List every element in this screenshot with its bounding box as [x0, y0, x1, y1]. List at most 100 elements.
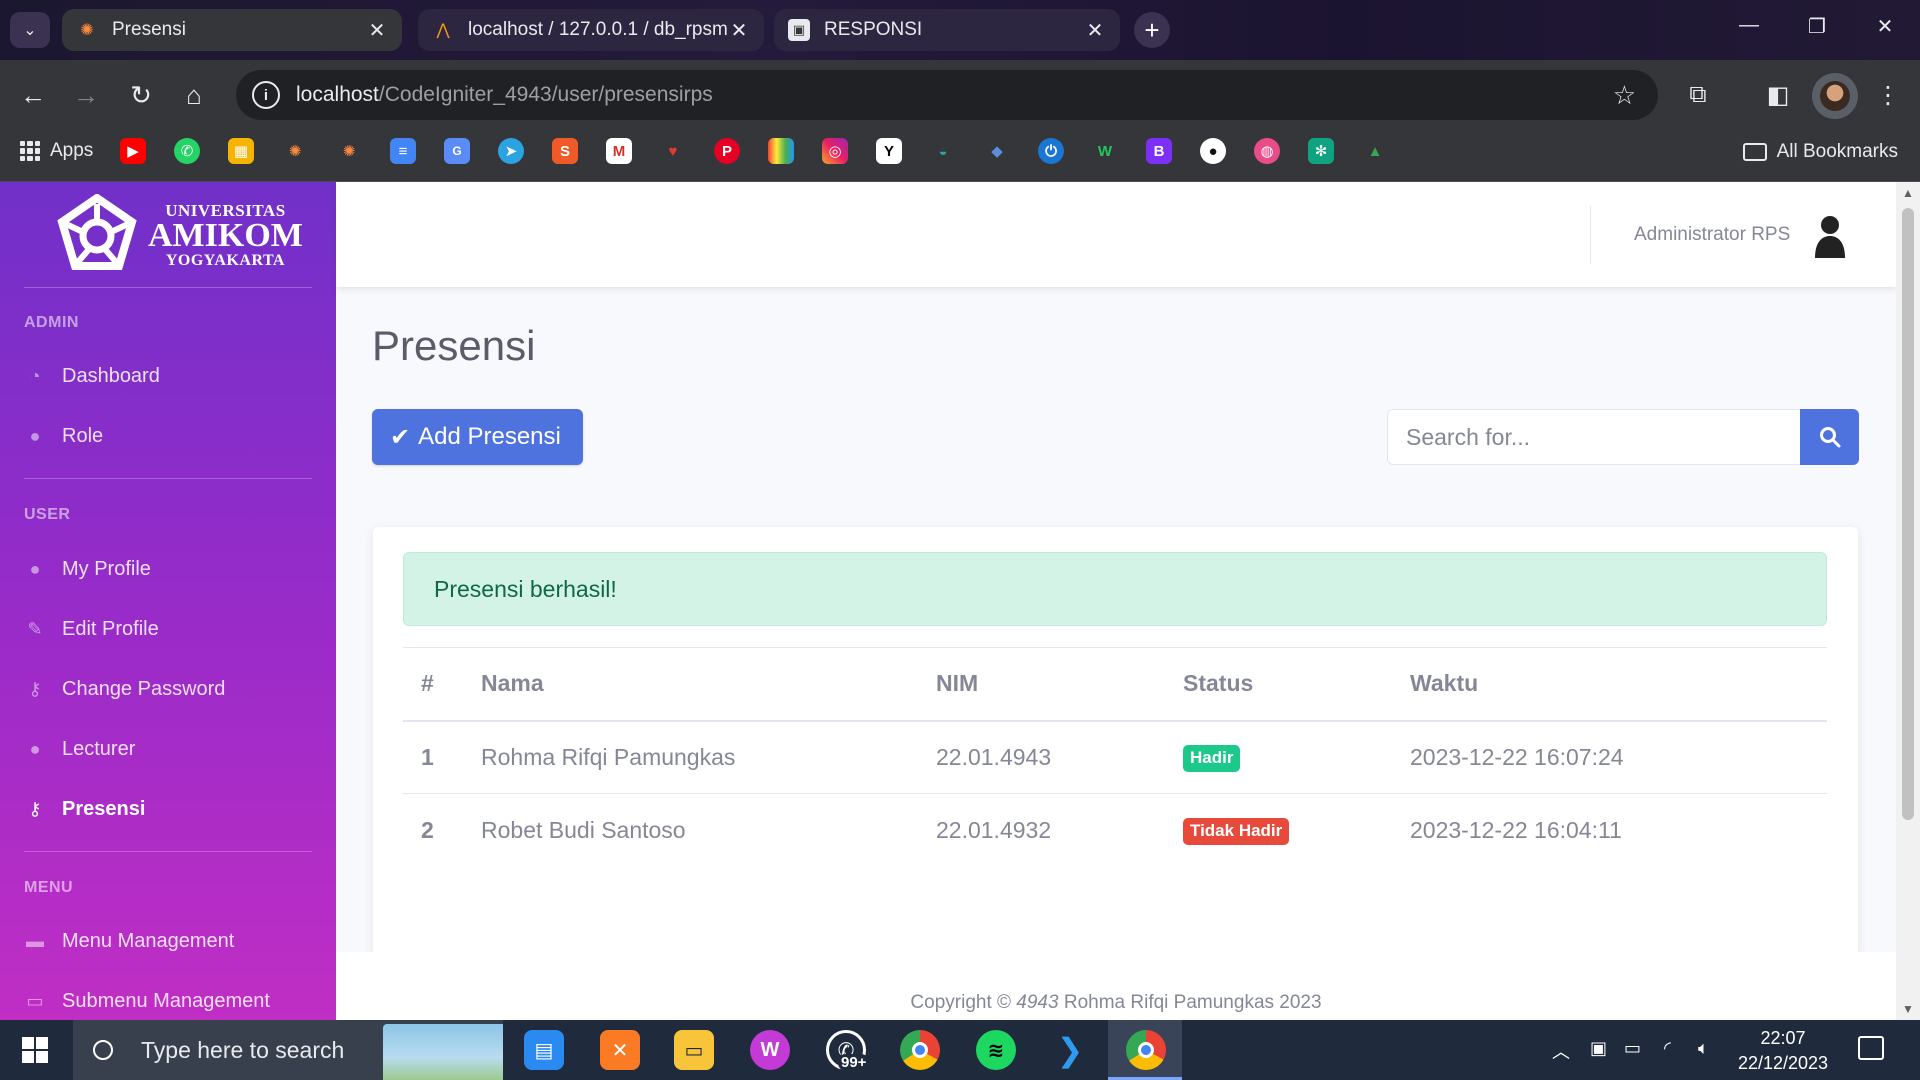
extensions-icon[interactable]: ⧉	[1680, 77, 1716, 113]
search-input[interactable]	[1387, 409, 1800, 465]
volume-icon[interactable]: 🔈︎	[1698, 1038, 1709, 1059]
tab-responsi[interactable]: ▣ RESPONSI ✕	[774, 9, 1120, 51]
minimize-icon[interactable]: —	[1734, 14, 1764, 37]
microsoft-store-icon[interactable]: ▤	[524, 1030, 564, 1070]
add-presensi-label: Add Presensi	[418, 423, 561, 450]
sidebar-item-my-profile[interactable]: ● My Profile	[24, 558, 151, 581]
chrome-icon[interactable]	[900, 1030, 940, 1070]
user-avatar-icon[interactable]	[1812, 214, 1848, 258]
forward-icon[interactable]: →	[68, 77, 104, 113]
all-bookmarks[interactable]: All Bookmarks	[1742, 141, 1898, 163]
home-icon[interactable]: ⌂	[176, 77, 212, 113]
scroll-up-icon[interactable]: ▲	[1896, 186, 1920, 200]
footer-suffix: Rohma Rifqi Pamungkas 2023	[1058, 992, 1322, 1013]
tab-search-button[interactable]: ⌄	[10, 12, 50, 48]
row-nama: Robet Budi Santoso	[481, 816, 686, 843]
table-row: 2 Robet Budi Santoso 22.01.4932 Tidak Ha…	[403, 794, 1827, 867]
side-panel-icon[interactable]: ◧	[1760, 77, 1796, 113]
sidebar-item-label: Edit Profile	[62, 618, 159, 640]
menu-kebab-icon[interactable]: ⋮	[1870, 77, 1906, 113]
meet-now-icon[interactable]: ▣	[1590, 1038, 1607, 1059]
site-info-icon[interactable]: i	[252, 81, 280, 109]
drive-bookmark-icon[interactable]: ▲	[1362, 138, 1388, 164]
profile-avatar[interactable]	[1812, 73, 1858, 119]
notification-icon[interactable]	[1858, 1036, 1884, 1060]
dome-bookmark-icon[interactable]: ◒	[930, 138, 956, 164]
power-bookmark-icon[interactable]: ⏻	[1038, 138, 1064, 164]
close-icon[interactable]: ✕	[1084, 18, 1106, 43]
close-icon[interactable]: ✕	[366, 18, 388, 43]
amikom-bookmark-2-icon[interactable]: ✺	[336, 138, 362, 164]
file-explorer-icon[interactable]: ▭	[674, 1030, 714, 1070]
gmail-bookmark-icon[interactable]: M	[606, 138, 632, 164]
sidebar-item-dashboard[interactable]: ◔ Dashboard	[24, 365, 160, 388]
color-bookmark-icon[interactable]	[768, 138, 794, 164]
sidebar-item-label: Presensi	[62, 798, 146, 820]
status-badge: Tidak Hadir	[1183, 818, 1290, 846]
y-bookmark-icon[interactable]: Y	[876, 138, 902, 164]
sidebar-item-presensi[interactable]: ⚷ Presensi	[24, 798, 145, 821]
classroom-bookmark-icon[interactable]: ▦	[228, 138, 254, 164]
add-presensi-button[interactable]: ✔ Add Presensi	[372, 409, 583, 465]
row-status-cell: Tidak Hadir	[1165, 794, 1392, 867]
footer: Copyright © 4943 Rohma Rifqi Pamungkas 2…	[336, 952, 1896, 1020]
bookmark-apps[interactable]: Apps	[20, 140, 93, 162]
github-bookmark-icon[interactable]: ●	[1200, 138, 1226, 164]
wps-office-icon[interactable]: W	[750, 1030, 790, 1070]
restore-icon[interactable]: ❐	[1802, 14, 1832, 39]
graduation-bookmark-icon[interactable]: ◆	[984, 138, 1010, 164]
close-icon[interactable]: ✕	[728, 18, 750, 43]
chatgpt-bookmark-icon[interactable]: ✻	[1308, 138, 1334, 164]
youtube-bookmark-icon[interactable]: ▶	[120, 138, 146, 164]
address-bar[interactable]: i localhost/CodeIgniter_4943/user/presen…	[236, 70, 1658, 120]
tab-phpmyadmin[interactable]: ⋀ localhost / 127.0.0.1 / db_rpsma ✕	[418, 9, 764, 51]
user-name[interactable]: Administrator RPS	[1634, 224, 1790, 246]
tab-title: RESPONSI	[824, 19, 923, 40]
sidebar-item-change-password[interactable]: ⚷ Change Password	[24, 678, 225, 701]
brand-logo[interactable]: UNIVERSITAS AMIKOM YOGYAKARTA	[56, 194, 303, 276]
chrome-profile-icon[interactable]	[1126, 1030, 1166, 1070]
spotify-icon[interactable]: ≋	[976, 1030, 1016, 1070]
presensi-table: # Nama NIM Status Waktu 1 Rohma Rifqi Pa…	[403, 647, 1827, 867]
sidebar-item-menu-management[interactable]: ▬ Menu Management	[24, 930, 234, 953]
sidebar-heading-menu: MENU	[24, 879, 74, 896]
sidebar-divider	[24, 851, 312, 852]
taskbar-clock[interactable]: 22:07 22/12/2023	[1728, 1026, 1838, 1076]
url-path: /CodeIgniter_4943/user/presensirps	[378, 83, 713, 106]
heart-bookmark-icon[interactable]: ♥	[660, 138, 686, 164]
whatsapp-bookmark-icon[interactable]: ✆	[174, 138, 200, 164]
new-tab-button[interactable]: +	[1134, 12, 1170, 48]
xampp-icon[interactable]: ✕	[600, 1030, 640, 1070]
docs-bookmark-icon[interactable]: ≡	[390, 138, 416, 164]
dribbble-bookmark-icon[interactable]: ◍	[1254, 138, 1280, 164]
back-icon[interactable]: ←	[15, 77, 51, 113]
page-scrollbar[interactable]: ▲ ▼	[1896, 182, 1920, 1020]
sidebar-item-submenu-management[interactable]: ▭ Submenu Management	[24, 990, 269, 1013]
windows-start-icon[interactable]	[22, 1037, 48, 1063]
search-button[interactable]	[1800, 409, 1859, 465]
w-bookmark-icon[interactable]: W	[1092, 138, 1118, 164]
telegram-bookmark-icon[interactable]: ➤	[498, 138, 524, 164]
translate-bookmark-icon[interactable]: G	[444, 138, 470, 164]
pinterest-bookmark-icon[interactable]: P	[714, 138, 740, 164]
tab-presensi[interactable]: ✺ Presensi ✕	[62, 9, 402, 51]
close-window-icon[interactable]: ✕	[1870, 14, 1900, 39]
sidebar-item-role[interactable]: ● Role	[24, 425, 104, 448]
bookmark-star-icon[interactable]: ☆	[1613, 80, 1636, 111]
vscode-icon[interactable]: ❯	[1050, 1030, 1090, 1070]
wifi-icon[interactable]: ◜	[1664, 1038, 1671, 1059]
key-icon: ⚷	[28, 799, 42, 819]
scroll-down-icon[interactable]: ▼	[1896, 1002, 1920, 1016]
scrollbar-thumb[interactable]	[1902, 208, 1914, 820]
shopee-bookmark-icon[interactable]: S	[552, 138, 578, 164]
success-alert: Presensi berhasil!	[403, 552, 1827, 626]
bootstrap-bookmark-icon[interactable]: B	[1146, 138, 1172, 164]
reload-icon[interactable]: ↻	[123, 77, 159, 113]
sidebar-item-lecturer[interactable]: ● Lecturer	[24, 738, 136, 761]
battery-icon[interactable]: ▭	[1624, 1038, 1641, 1059]
amikom-bookmark-icon[interactable]: ✺	[282, 138, 308, 164]
instagram-bookmark-icon[interactable]: ◎	[822, 138, 848, 164]
tray-chevron-up-icon[interactable]: ︿	[1552, 1038, 1570, 1064]
sidebar-item-edit-profile[interactable]: ✎ Edit Profile	[24, 618, 159, 641]
taskbar-search[interactable]: Type here to search	[73, 1020, 503, 1080]
